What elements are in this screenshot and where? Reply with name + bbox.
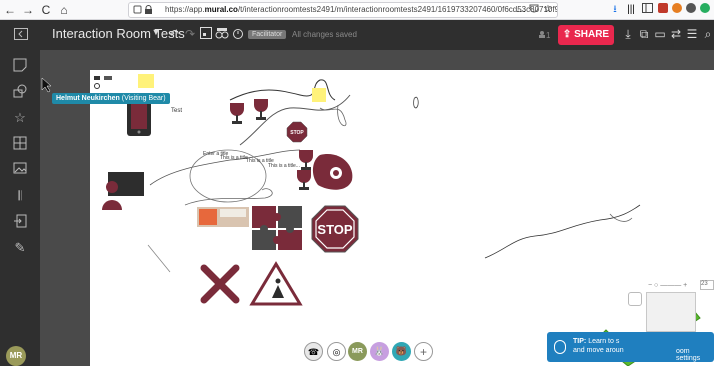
lock-icon <box>133 3 159 17</box>
mural-canvas[interactable] <box>90 70 714 366</box>
back-button[interactable]: ← <box>2 2 18 18</box>
participant-avatar-animal[interactable]: 🐻 <box>392 342 411 361</box>
home-button[interactable]: ⌂ <box>56 2 72 18</box>
undo-icon[interactable]: ↶ <box>166 27 182 41</box>
collapse-sidebar-icon[interactable] <box>14 28 30 42</box>
search-icon[interactable]: ⌕ <box>700 27 714 42</box>
mouse-icon <box>554 340 566 354</box>
chat-button[interactable]: ◎ <box>327 342 346 361</box>
redo-icon[interactable]: ↷ <box>182 27 198 41</box>
page-actions-icon[interactable]: … <box>514 3 528 17</box>
frameworks-icon[interactable] <box>12 136 28 152</box>
minimap[interactable] <box>646 292 696 332</box>
image-icon[interactable] <box>12 162 28 178</box>
activity-icon[interactable]: ⇄ <box>668 27 684 41</box>
canvas-text-test[interactable]: Test <box>171 108 182 114</box>
comments-icon[interactable]: ▭ <box>652 27 668 41</box>
canvas-title-text[interactable]: This is a title <box>220 155 248 161</box>
canvas-title-text[interactable]: This is a title... <box>268 163 300 169</box>
outline-list-icon[interactable]: ☰ <box>684 27 700 41</box>
timer-icon[interactable] <box>230 27 246 42</box>
tools-sidebar: ☆ 𝄃 ✎ MR <box>0 50 40 366</box>
facilitator-label: Facilitator <box>252 31 283 38</box>
browser-toolbar: ← → C ⌂ https://app.mural.co/t/interacti… <box>0 0 714 20</box>
sidebar-toggle-icon[interactable] <box>640 3 654 17</box>
reload-button[interactable]: C <box>38 2 54 18</box>
participant-avatar[interactable]: MR <box>348 342 367 361</box>
sticky-note[interactable] <box>138 74 154 88</box>
canvas-margin <box>40 50 714 70</box>
library-icon[interactable]: ||| <box>624 3 638 17</box>
url-path: /t/interactionroomtests2491/m/interactio… <box>237 5 558 14</box>
share-label: SHARE <box>574 29 610 40</box>
download-icon[interactable]: ⭳ <box>608 3 622 17</box>
tip-line-2: and move aroun <box>573 347 624 354</box>
user-icon <box>539 31 545 38</box>
private-mode-icon[interactable] <box>214 27 230 42</box>
collaborator-tooltip: Helmut Neukirchen (Visiting Bear) <box>52 93 170 104</box>
share-button[interactable]: ⇪ SHARE <box>558 25 614 45</box>
participant-avatar-animal[interactable]: 🐰 <box>370 342 389 361</box>
extension-green-icon[interactable] <box>698 3 712 17</box>
export-icon[interactable]: ⤓ <box>620 27 636 42</box>
zoom-level[interactable]: 23 <box>700 280 714 290</box>
facilitator-badge[interactable]: Facilitator <box>248 30 287 39</box>
import-icon[interactable] <box>12 214 28 230</box>
online-users-count[interactable]: 1 <box>538 30 550 40</box>
user-count-value: 1 <box>546 31 551 40</box>
library-icon[interactable]: 𝄃 <box>12 188 28 204</box>
save-status: All changes saved <box>292 30 357 39</box>
pen-draw-icon[interactable]: ✎ <box>12 240 28 256</box>
star-icon[interactable]: ☆ <box>12 110 28 126</box>
current-user-avatar[interactable]: MR <box>6 346 26 366</box>
minimap-toggle-button[interactable] <box>628 292 642 306</box>
add-participant-button[interactable]: + <box>414 342 433 361</box>
shapes-icon[interactable] <box>12 84 28 100</box>
collaborator-name: Helmut Neukirchen <box>56 95 120 102</box>
extension-dark-icon[interactable] <box>684 3 698 17</box>
mouse-cursor-icon <box>41 77 52 93</box>
extension-orange-icon[interactable] <box>670 3 684 17</box>
zoom-out-button[interactable]: − <box>648 282 652 289</box>
call-button[interactable]: ☎ <box>304 342 323 361</box>
tip-line-1: Learn to s <box>588 338 620 345</box>
tip-label: TIP: <box>573 338 587 345</box>
frames-icon[interactable]: ⧉ <box>636 27 652 42</box>
chevron-down-icon[interactable]: ▼ <box>148 27 164 37</box>
pocket-icon[interactable] <box>527 3 541 17</box>
back-arrow-icon: ← <box>4 3 16 17</box>
zoom-controls[interactable]: − ○ ——— + <box>648 282 687 289</box>
home-icon: ⌂ <box>60 3 68 17</box>
sticky-note[interactable] <box>312 88 326 102</box>
url-prefix: https://app. <box>165 5 205 14</box>
room-settings-link[interactable]: oom settings <box>676 348 714 362</box>
address-bar[interactable]: https://app.mural.co/t/interactionroomte… <box>128 2 558 18</box>
zoom-in-button[interactable]: + <box>683 282 687 289</box>
extension-red-icon[interactable] <box>656 3 670 17</box>
room-title[interactable]: Interaction Room Tests <box>52 26 185 41</box>
forward-button[interactable]: → <box>20 2 36 18</box>
share-icon: ⇪ <box>562 29 575 40</box>
forward-arrow-icon: → <box>22 3 34 17</box>
reload-icon: C <box>41 3 51 17</box>
mural-toolbar: Interaction Room Tests ▼ ↶ ↷ Facilitator… <box>0 20 714 50</box>
bookmark-star-icon[interactable]: ☆ <box>541 3 555 17</box>
tip-text: TIP: Learn to s and move aroun <box>573 337 624 355</box>
collaborator-role: (Visiting Bear) <box>121 95 166 102</box>
sticky-note-icon[interactable] <box>12 58 28 74</box>
url-domain: mural.co <box>204 5 238 14</box>
outline-icon[interactable] <box>198 27 214 42</box>
